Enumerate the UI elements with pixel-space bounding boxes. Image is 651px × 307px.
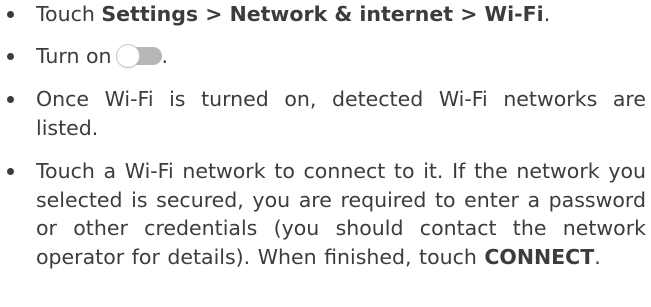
settings-path: Settings > Network & internet > Wi-Fi	[101, 2, 544, 26]
bullet-icon	[7, 168, 14, 175]
step-3-text: Once Wi-Fi is turned on, detected Wi-Fi …	[36, 87, 646, 140]
step-2-text: Turn on.	[36, 44, 169, 68]
bullet-icon	[7, 53, 14, 60]
connect-label: CONNECT	[484, 244, 595, 269]
bullet-icon	[7, 11, 14, 18]
toggle-knob	[116, 45, 139, 67]
step-1-text: Touch Settings > Network & internet > Wi…	[36, 2, 551, 26]
bullet-icon	[7, 96, 14, 103]
toggle-off-icon	[115, 45, 162, 67]
step-4-text: Touch a Wi-Fi network to connect to it. …	[36, 159, 646, 269]
wifi-instructions: Touch Settings > Network & internet > Wi…	[0, 0, 651, 307]
